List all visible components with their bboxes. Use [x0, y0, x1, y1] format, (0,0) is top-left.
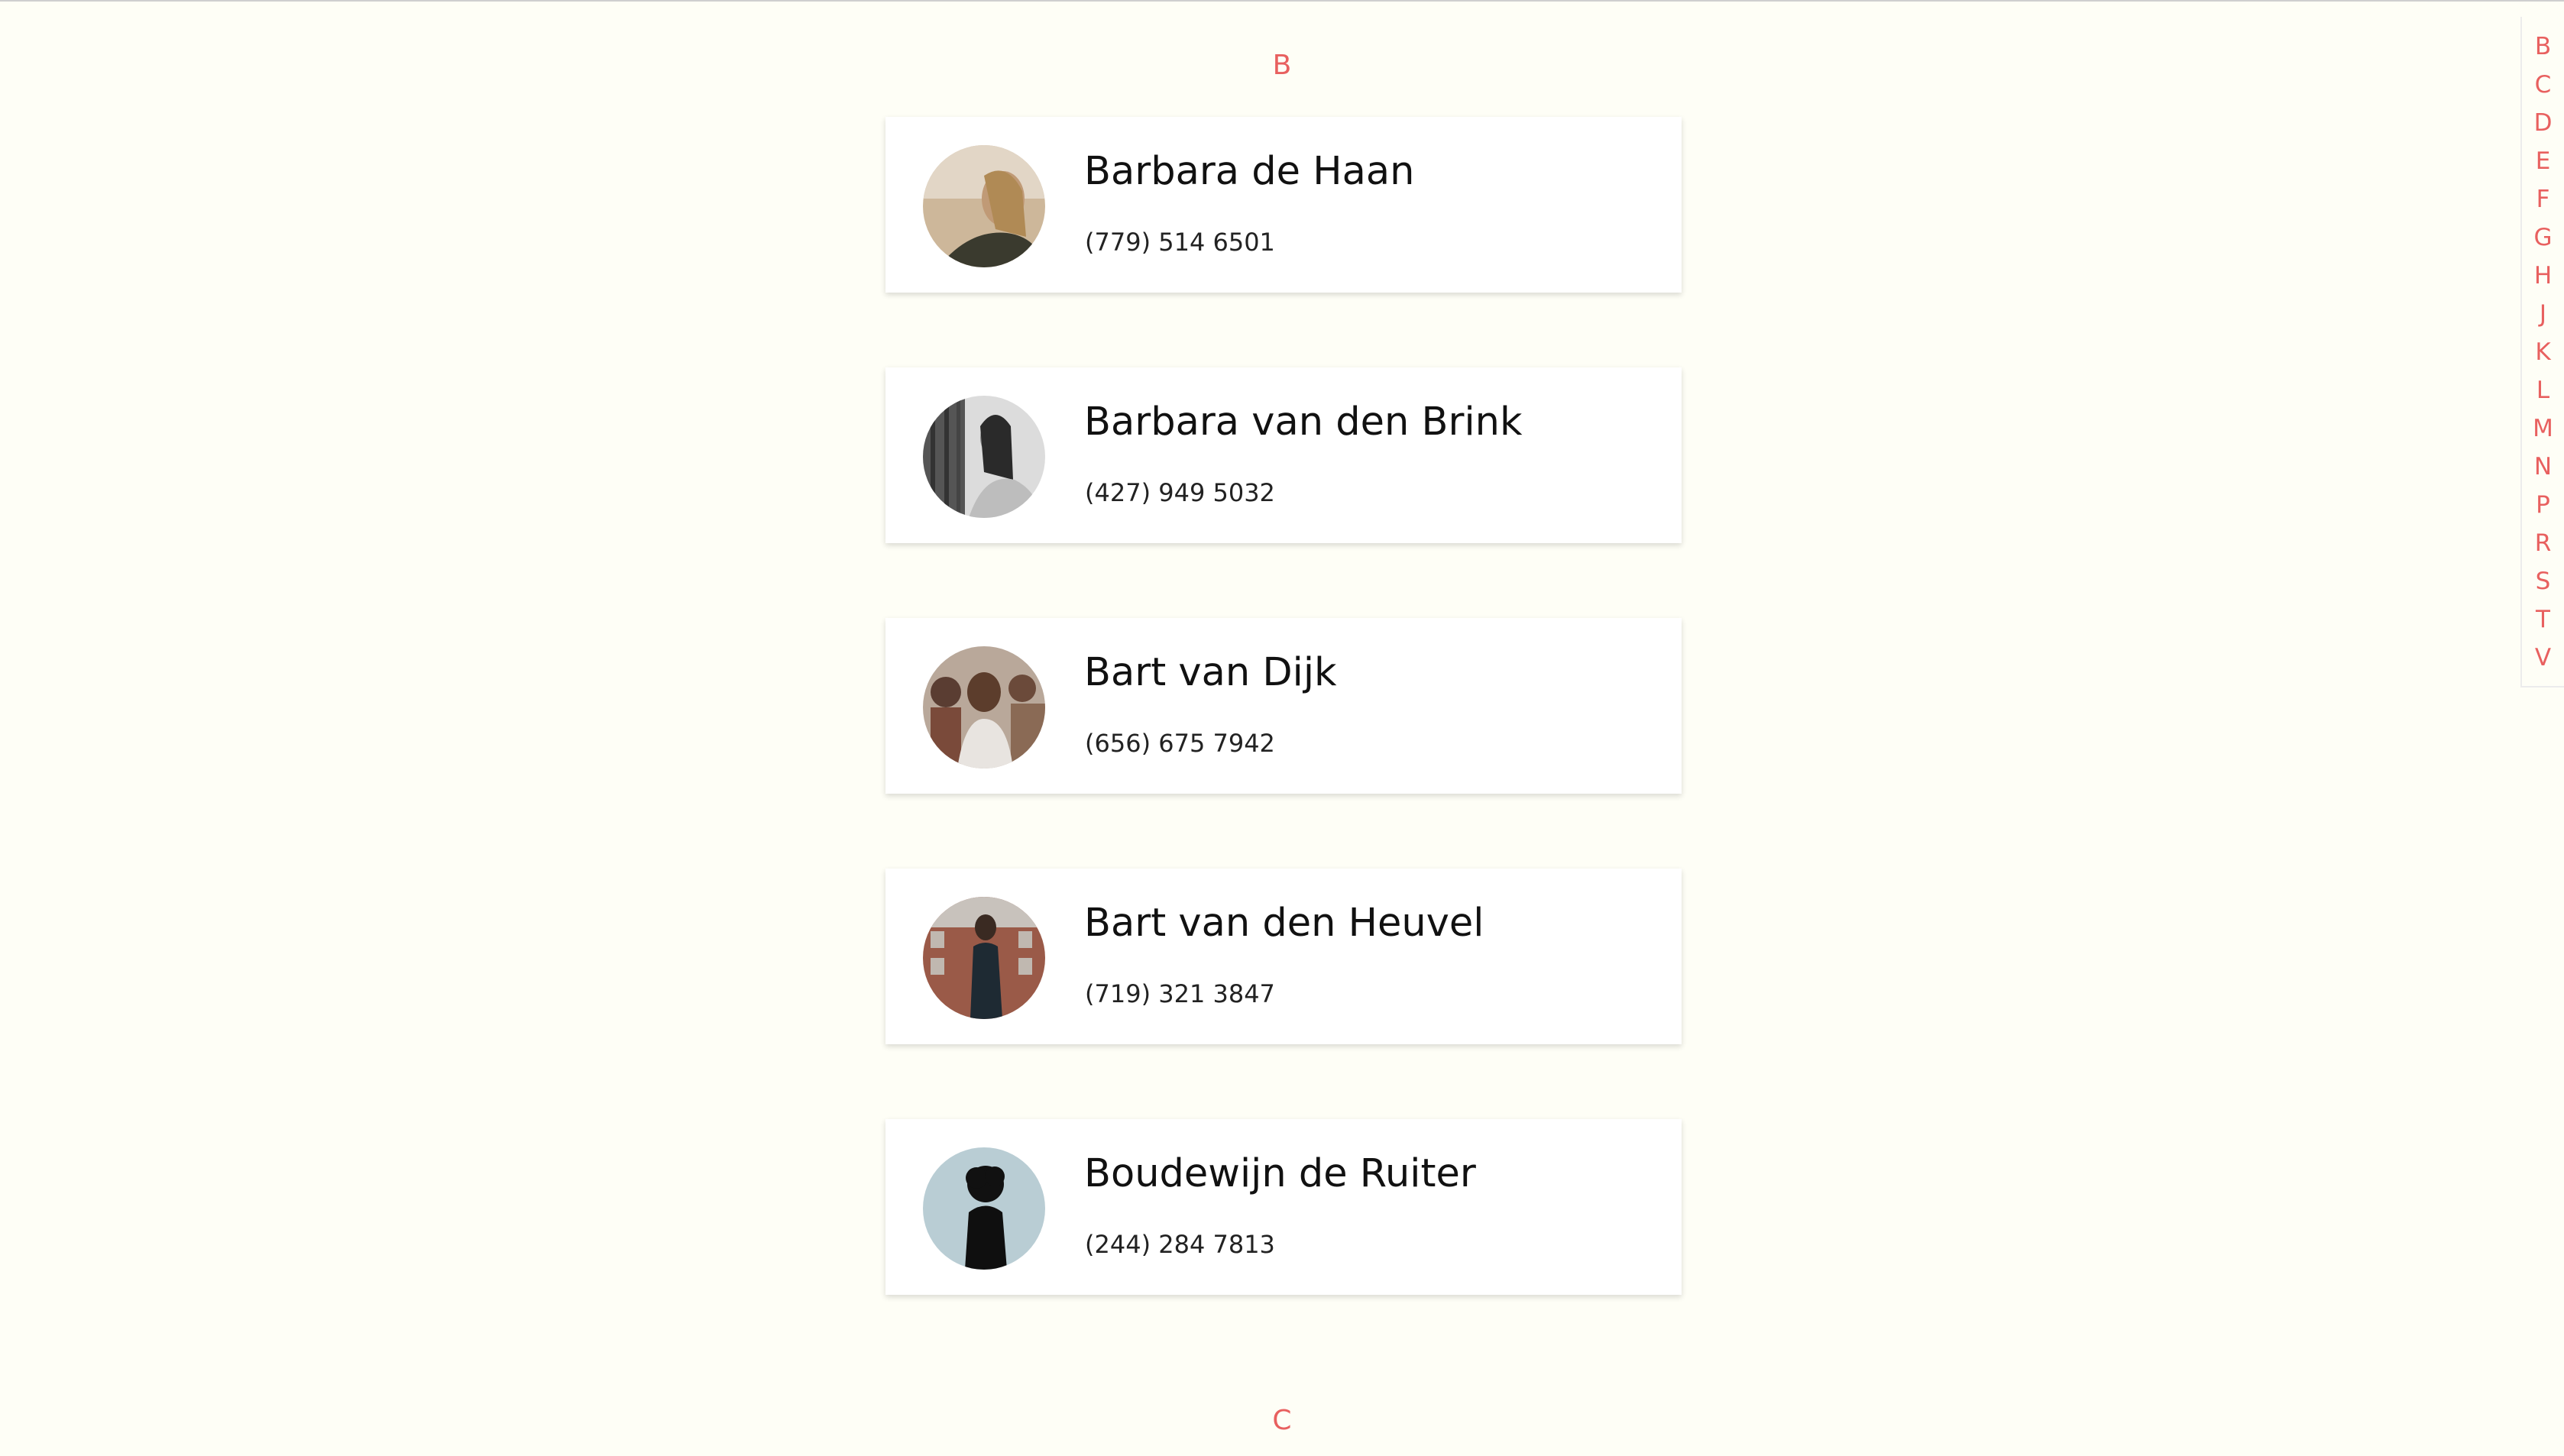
alpha-index-j[interactable]: J — [2522, 295, 2564, 333]
avatar — [923, 396, 1045, 518]
contact-phone: (244) 284 7813 — [1085, 1230, 1275, 1259]
contact-name: Boudewijn de Ruiter — [1084, 1151, 1476, 1196]
avatar-photo-icon — [923, 396, 1045, 518]
contact-name: Bart van den Heuvel — [1084, 901, 1484, 946]
contact-name: Barbara van den Brink — [1084, 400, 1523, 445]
alpha-index-r[interactable]: R — [2522, 524, 2564, 562]
section-header-b: B — [1272, 50, 1292, 81]
contact-card-boudewijn-de-ruiter[interactable]: Boudewijn de Ruiter (244) 284 7813 — [885, 1119, 1682, 1295]
alpha-index-c[interactable]: C — [2522, 66, 2564, 104]
alpha-index-n[interactable]: N — [2522, 448, 2564, 486]
contact-phone: (779) 514 6501 — [1085, 228, 1275, 257]
contact-phone: (427) 949 5032 — [1085, 478, 1275, 507]
contact-phone: (656) 675 7942 — [1085, 729, 1275, 758]
alpha-index-d[interactable]: D — [2522, 104, 2564, 142]
avatar — [923, 897, 1045, 1019]
avatar-photo-icon — [923, 897, 1045, 1019]
avatar — [923, 646, 1045, 768]
contact-phone: (719) 321 3847 — [1085, 979, 1275, 1008]
avatar-photo-icon — [923, 1147, 1045, 1270]
contact-card-bart-van-den-heuvel[interactable]: Bart van den Heuvel (719) 321 3847 — [885, 869, 1682, 1044]
avatar — [923, 145, 1045, 267]
alpha-index-h[interactable]: H — [2522, 257, 2564, 295]
alpha-index-m[interactable]: M — [2522, 409, 2564, 448]
alpha-index-e[interactable]: E — [2522, 142, 2564, 180]
contact-card-bart-van-dijk[interactable]: Bart van Dijk (656) 675 7942 — [885, 618, 1682, 794]
avatar-photo-icon — [923, 145, 1045, 267]
contact-name: Bart van Dijk — [1084, 650, 1337, 695]
alphabet-index: B C D E F G H J K L M N P R S T V — [2520, 17, 2564, 688]
alpha-index-v[interactable]: V — [2522, 639, 2564, 677]
avatar — [923, 1147, 1045, 1270]
alpha-index-s[interactable]: S — [2522, 562, 2564, 600]
alpha-index-b[interactable]: B — [2522, 28, 2564, 66]
contact-card-barbara-de-haan[interactable]: Barbara de Haan (779) 514 6501 — [885, 117, 1682, 293]
alpha-index-k[interactable]: K — [2522, 333, 2564, 371]
alpha-index-t[interactable]: T — [2522, 600, 2564, 639]
contact-card-barbara-van-den-brink[interactable]: Barbara van den Brink (427) 949 5032 — [885, 367, 1682, 543]
alpha-index-g[interactable]: G — [2522, 218, 2564, 257]
section-header-c: C — [1272, 1405, 1292, 1436]
alpha-index-l[interactable]: L — [2522, 371, 2564, 409]
avatar-photo-icon — [923, 646, 1045, 768]
alpha-index-p[interactable]: P — [2522, 486, 2564, 524]
alpha-index-f[interactable]: F — [2522, 180, 2564, 218]
contact-name: Barbara de Haan — [1084, 149, 1415, 194]
